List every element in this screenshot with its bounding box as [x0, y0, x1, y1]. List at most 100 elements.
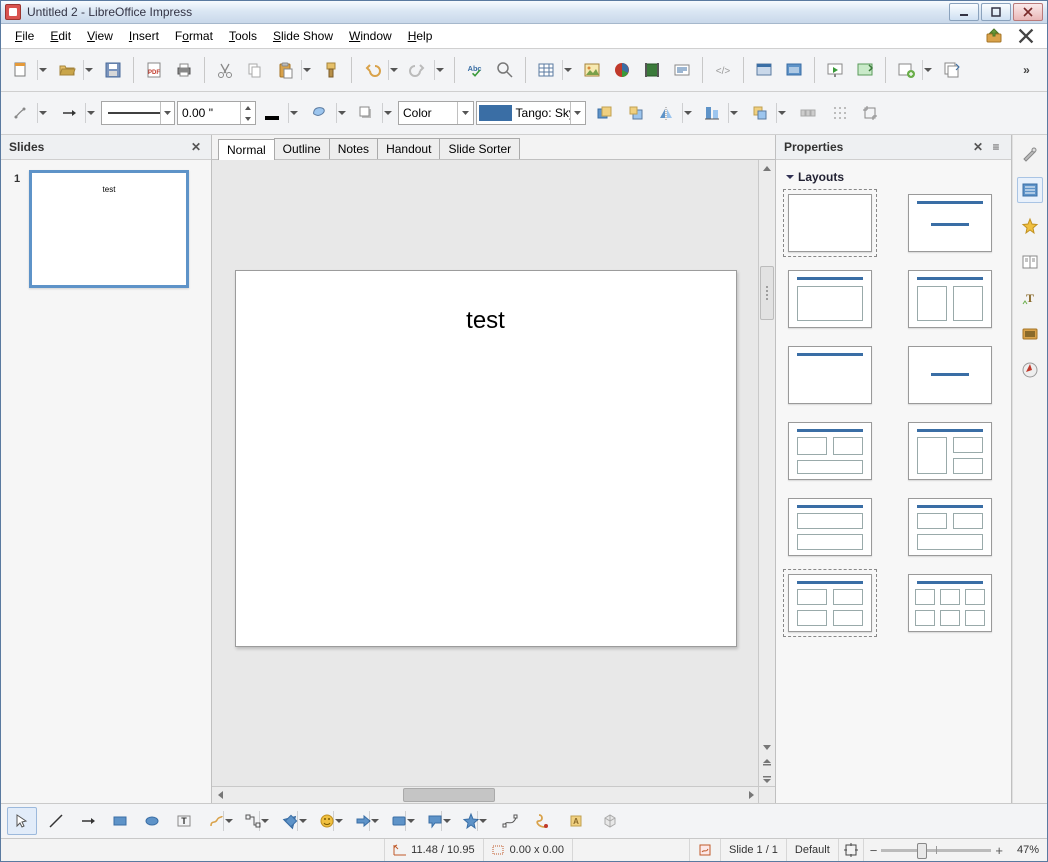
minimize-button[interactable] — [949, 3, 979, 21]
next-slide-button[interactable] — [759, 771, 775, 787]
layout-centered-text[interactable] — [908, 346, 992, 404]
select-tool[interactable] — [7, 807, 37, 835]
layout-two-content[interactable] — [908, 270, 992, 328]
hscroll-thumb[interactable] — [403, 788, 495, 802]
sidebar-transition-icon[interactable] — [1017, 321, 1043, 347]
layout-six-content[interactable] — [908, 574, 992, 632]
layout-two-content-over-one[interactable] — [788, 422, 872, 480]
prev-slide-button[interactable] — [759, 755, 775, 771]
menu-file[interactable]: File — [7, 27, 42, 45]
status-slide[interactable]: Slide 1 / 1 — [721, 839, 787, 861]
layout-four-content[interactable] — [788, 574, 872, 632]
fit-page-button[interactable] — [839, 839, 864, 861]
zoom-in-button[interactable]: + — [995, 843, 1003, 858]
close-document-icon[interactable] — [1015, 25, 1037, 47]
status-page-style[interactable]: Default — [787, 839, 839, 861]
crop-button[interactable] — [856, 99, 884, 127]
layout-blank[interactable] — [788, 194, 872, 252]
canvas-viewport[interactable]: test — [212, 160, 759, 787]
rectangle-tool[interactable] — [105, 807, 135, 835]
sidebar-animation-icon[interactable]: T — [1017, 285, 1043, 311]
slides-list[interactable]: 1 test — [1, 160, 211, 803]
toolbar-overflow-button[interactable]: » — [1013, 56, 1041, 84]
line-width-input[interactable] — [178, 106, 240, 120]
sidebar-settings-icon[interactable] — [1017, 141, 1043, 167]
ellipse-tool[interactable] — [137, 807, 167, 835]
layouts-section-header[interactable]: Layouts — [786, 166, 1001, 188]
insert-hyperlink-button[interactable]: </> — [709, 56, 737, 84]
open-button[interactable] — [53, 56, 97, 84]
zoom-slider[interactable]: − + — [864, 843, 1009, 858]
paste-button[interactable] — [271, 56, 315, 84]
shadow-button[interactable] — [352, 99, 396, 127]
menu-tools[interactable]: Tools — [221, 27, 265, 45]
close-master-button[interactable] — [851, 56, 879, 84]
line-tool[interactable] — [41, 807, 71, 835]
curve-tool[interactable] — [203, 807, 237, 835]
grid-button[interactable] — [826, 99, 854, 127]
properties-panel-menu[interactable]: ≡ — [989, 140, 1003, 154]
fill-mode-combo[interactable]: Color — [398, 101, 474, 125]
stars-tool[interactable] — [457, 807, 491, 835]
properties-panel-close[interactable]: ✕ — [971, 140, 985, 154]
zoom-out-button[interactable]: − — [870, 843, 878, 858]
insert-image-button[interactable] — [578, 56, 606, 84]
menu-view[interactable]: View — [79, 27, 121, 45]
line-color-button[interactable] — [258, 99, 302, 127]
zoom-thumb[interactable] — [917, 843, 927, 859]
start-slideshow-button[interactable] — [821, 56, 849, 84]
in-front-of-object-button[interactable] — [622, 99, 650, 127]
sidebar-masterpages-icon[interactable] — [1017, 249, 1043, 275]
menu-help[interactable]: Help — [400, 27, 441, 45]
position-size-button[interactable] — [7, 99, 51, 127]
layout-one-over-two[interactable] — [908, 422, 992, 480]
update-icon[interactable] — [983, 25, 1005, 47]
line-width-field[interactable] — [177, 101, 256, 125]
pane-splitter-handle[interactable] — [760, 266, 774, 320]
line-width-up[interactable] — [241, 102, 255, 113]
slides-panel-close[interactable]: ✕ — [189, 140, 203, 154]
print-button[interactable] — [170, 56, 198, 84]
sidebar-star-icon[interactable] — [1017, 213, 1043, 239]
cut-button[interactable] — [211, 56, 239, 84]
basic-shapes-tool[interactable] — [277, 807, 311, 835]
align-button[interactable] — [698, 99, 742, 127]
menu-edit[interactable]: Edit — [42, 27, 79, 45]
table-button[interactable] — [532, 56, 576, 84]
status-insert-mode[interactable] — [573, 839, 690, 861]
scroll-down-button[interactable] — [759, 739, 775, 755]
block-arrows-tool[interactable] — [349, 807, 383, 835]
tab-outline[interactable]: Outline — [274, 138, 330, 159]
new-slide-button[interactable] — [892, 56, 936, 84]
bring-to-front-button[interactable] — [590, 99, 618, 127]
flowchart-tool[interactable] — [385, 807, 419, 835]
callouts-tool[interactable] — [421, 807, 455, 835]
save-button[interactable] — [99, 56, 127, 84]
line-style-combo[interactable] — [101, 101, 175, 125]
tab-notes[interactable]: Notes — [329, 138, 378, 159]
clone-formatting-button[interactable] — [317, 56, 345, 84]
tab-slidesorter[interactable]: Slide Sorter — [439, 138, 520, 159]
fontwork-tool[interactable]: A — [561, 807, 591, 835]
spellcheck-button[interactable]: Abc — [461, 56, 489, 84]
copy-button[interactable] — [241, 56, 269, 84]
layout-two-over-one[interactable] — [908, 498, 992, 556]
area-style-button[interactable] — [306, 99, 350, 127]
flip-button[interactable] — [652, 99, 696, 127]
scroll-up-button[interactable] — [759, 160, 775, 176]
vertical-scrollbar[interactable] — [758, 160, 775, 787]
zoom-button[interactable] — [491, 56, 519, 84]
slide-canvas[interactable]: test — [235, 270, 737, 647]
tab-handout[interactable]: Handout — [377, 138, 440, 159]
horizontal-scrollbar[interactable] — [212, 786, 759, 803]
status-signature[interactable] — [690, 839, 721, 861]
first-slide-button[interactable] — [750, 56, 778, 84]
insert-chart-button[interactable] — [608, 56, 636, 84]
zoom-track[interactable] — [881, 849, 991, 852]
symbol-shapes-tool[interactable] — [313, 807, 347, 835]
menu-format[interactable]: Format — [167, 27, 221, 45]
layout-title-content[interactable] — [788, 270, 872, 328]
zoom-value[interactable]: 47% — [1009, 839, 1047, 861]
slide-text[interactable]: test — [236, 307, 736, 335]
duplicate-slide-button[interactable] — [938, 56, 966, 84]
